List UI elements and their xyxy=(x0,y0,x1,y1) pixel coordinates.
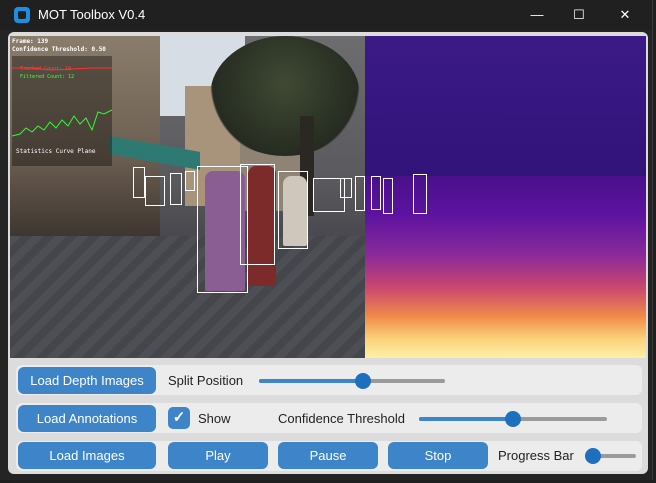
maximize-button[interactable]: ☐ xyxy=(556,0,602,30)
show-checkbox[interactable]: ✓ xyxy=(168,407,190,429)
app-icon xyxy=(14,7,30,23)
window-title: MOT Toolbox V0.4 xyxy=(38,7,146,22)
split-position-label: Split Position xyxy=(168,373,244,388)
tracked-count-legend: Tracked Count: 18 xyxy=(20,66,72,72)
depth-detection-box xyxy=(413,174,427,214)
progress-bar-slider[interactable] xyxy=(584,448,636,464)
title-bar: MOT Toolbox V0.4 — ☐ ✕ xyxy=(0,0,652,30)
pavement xyxy=(10,236,365,358)
rgb-frame: Frame: 139 Confidence Threshold: 0.50 Tr… xyxy=(10,36,365,358)
detection-box xyxy=(278,171,308,249)
detection-box xyxy=(340,178,352,198)
load-images-button[interactable]: Load Images xyxy=(18,442,156,469)
split-position-slider[interactable] xyxy=(259,373,445,389)
checkmark-icon: ✓ xyxy=(172,409,186,426)
play-button[interactable]: Play xyxy=(168,442,268,469)
detection-box xyxy=(170,173,182,205)
show-label: Show xyxy=(198,411,231,426)
filtered-count-legend: Filtered Count: 12 xyxy=(20,74,75,80)
split-slider-fill xyxy=(259,379,364,383)
tree-canopy xyxy=(210,36,360,156)
frame-counter: Frame: 139 xyxy=(12,38,49,45)
playback-control-row: Load Images Play Pause Stop Progress Bar xyxy=(16,441,642,471)
depth-frame xyxy=(365,36,646,358)
depth-detection-box xyxy=(371,176,381,210)
progress-bar-label: Progress Bar xyxy=(498,448,574,463)
annotation-control-row: Load Annotations ✓ Show Confidence Thres… xyxy=(16,403,642,433)
split-slider-knob[interactable] xyxy=(355,373,372,389)
depth-control-row: Load Depth Images Split Position xyxy=(16,365,642,395)
app-window: MOT Toolbox V0.4 — ☐ ✕ Frame: 139 Confid… xyxy=(0,0,653,480)
plot-caption: Statistics Curve Plane xyxy=(16,148,96,155)
stop-button[interactable]: Stop xyxy=(388,442,488,469)
image-viewer[interactable]: Frame: 139 Confidence Threshold: 0.50 Tr… xyxy=(10,36,646,358)
detection-box xyxy=(240,164,275,265)
confidence-slider-knob[interactable] xyxy=(505,411,521,427)
detection-box xyxy=(185,171,195,191)
detection-box xyxy=(355,176,365,211)
depth-far-region xyxy=(365,36,646,176)
detection-box xyxy=(133,167,145,198)
load-depth-images-button[interactable]: Load Depth Images xyxy=(18,367,156,394)
close-button[interactable]: ✕ xyxy=(602,0,648,30)
confidence-threshold-label: Confidence Threshold xyxy=(278,411,405,426)
confidence-threshold-slider[interactable] xyxy=(419,411,607,427)
progress-slider-knob[interactable] xyxy=(584,448,601,464)
depth-detection-box xyxy=(383,178,393,214)
confidence-readout: Confidence Threshold: 0.50 xyxy=(12,46,106,53)
minimize-button[interactable]: — xyxy=(514,0,560,30)
pause-button[interactable]: Pause xyxy=(278,442,378,469)
load-annotations-button[interactable]: Load Annotations xyxy=(18,405,156,432)
detection-box xyxy=(145,176,165,206)
confidence-slider-fill xyxy=(419,417,513,421)
